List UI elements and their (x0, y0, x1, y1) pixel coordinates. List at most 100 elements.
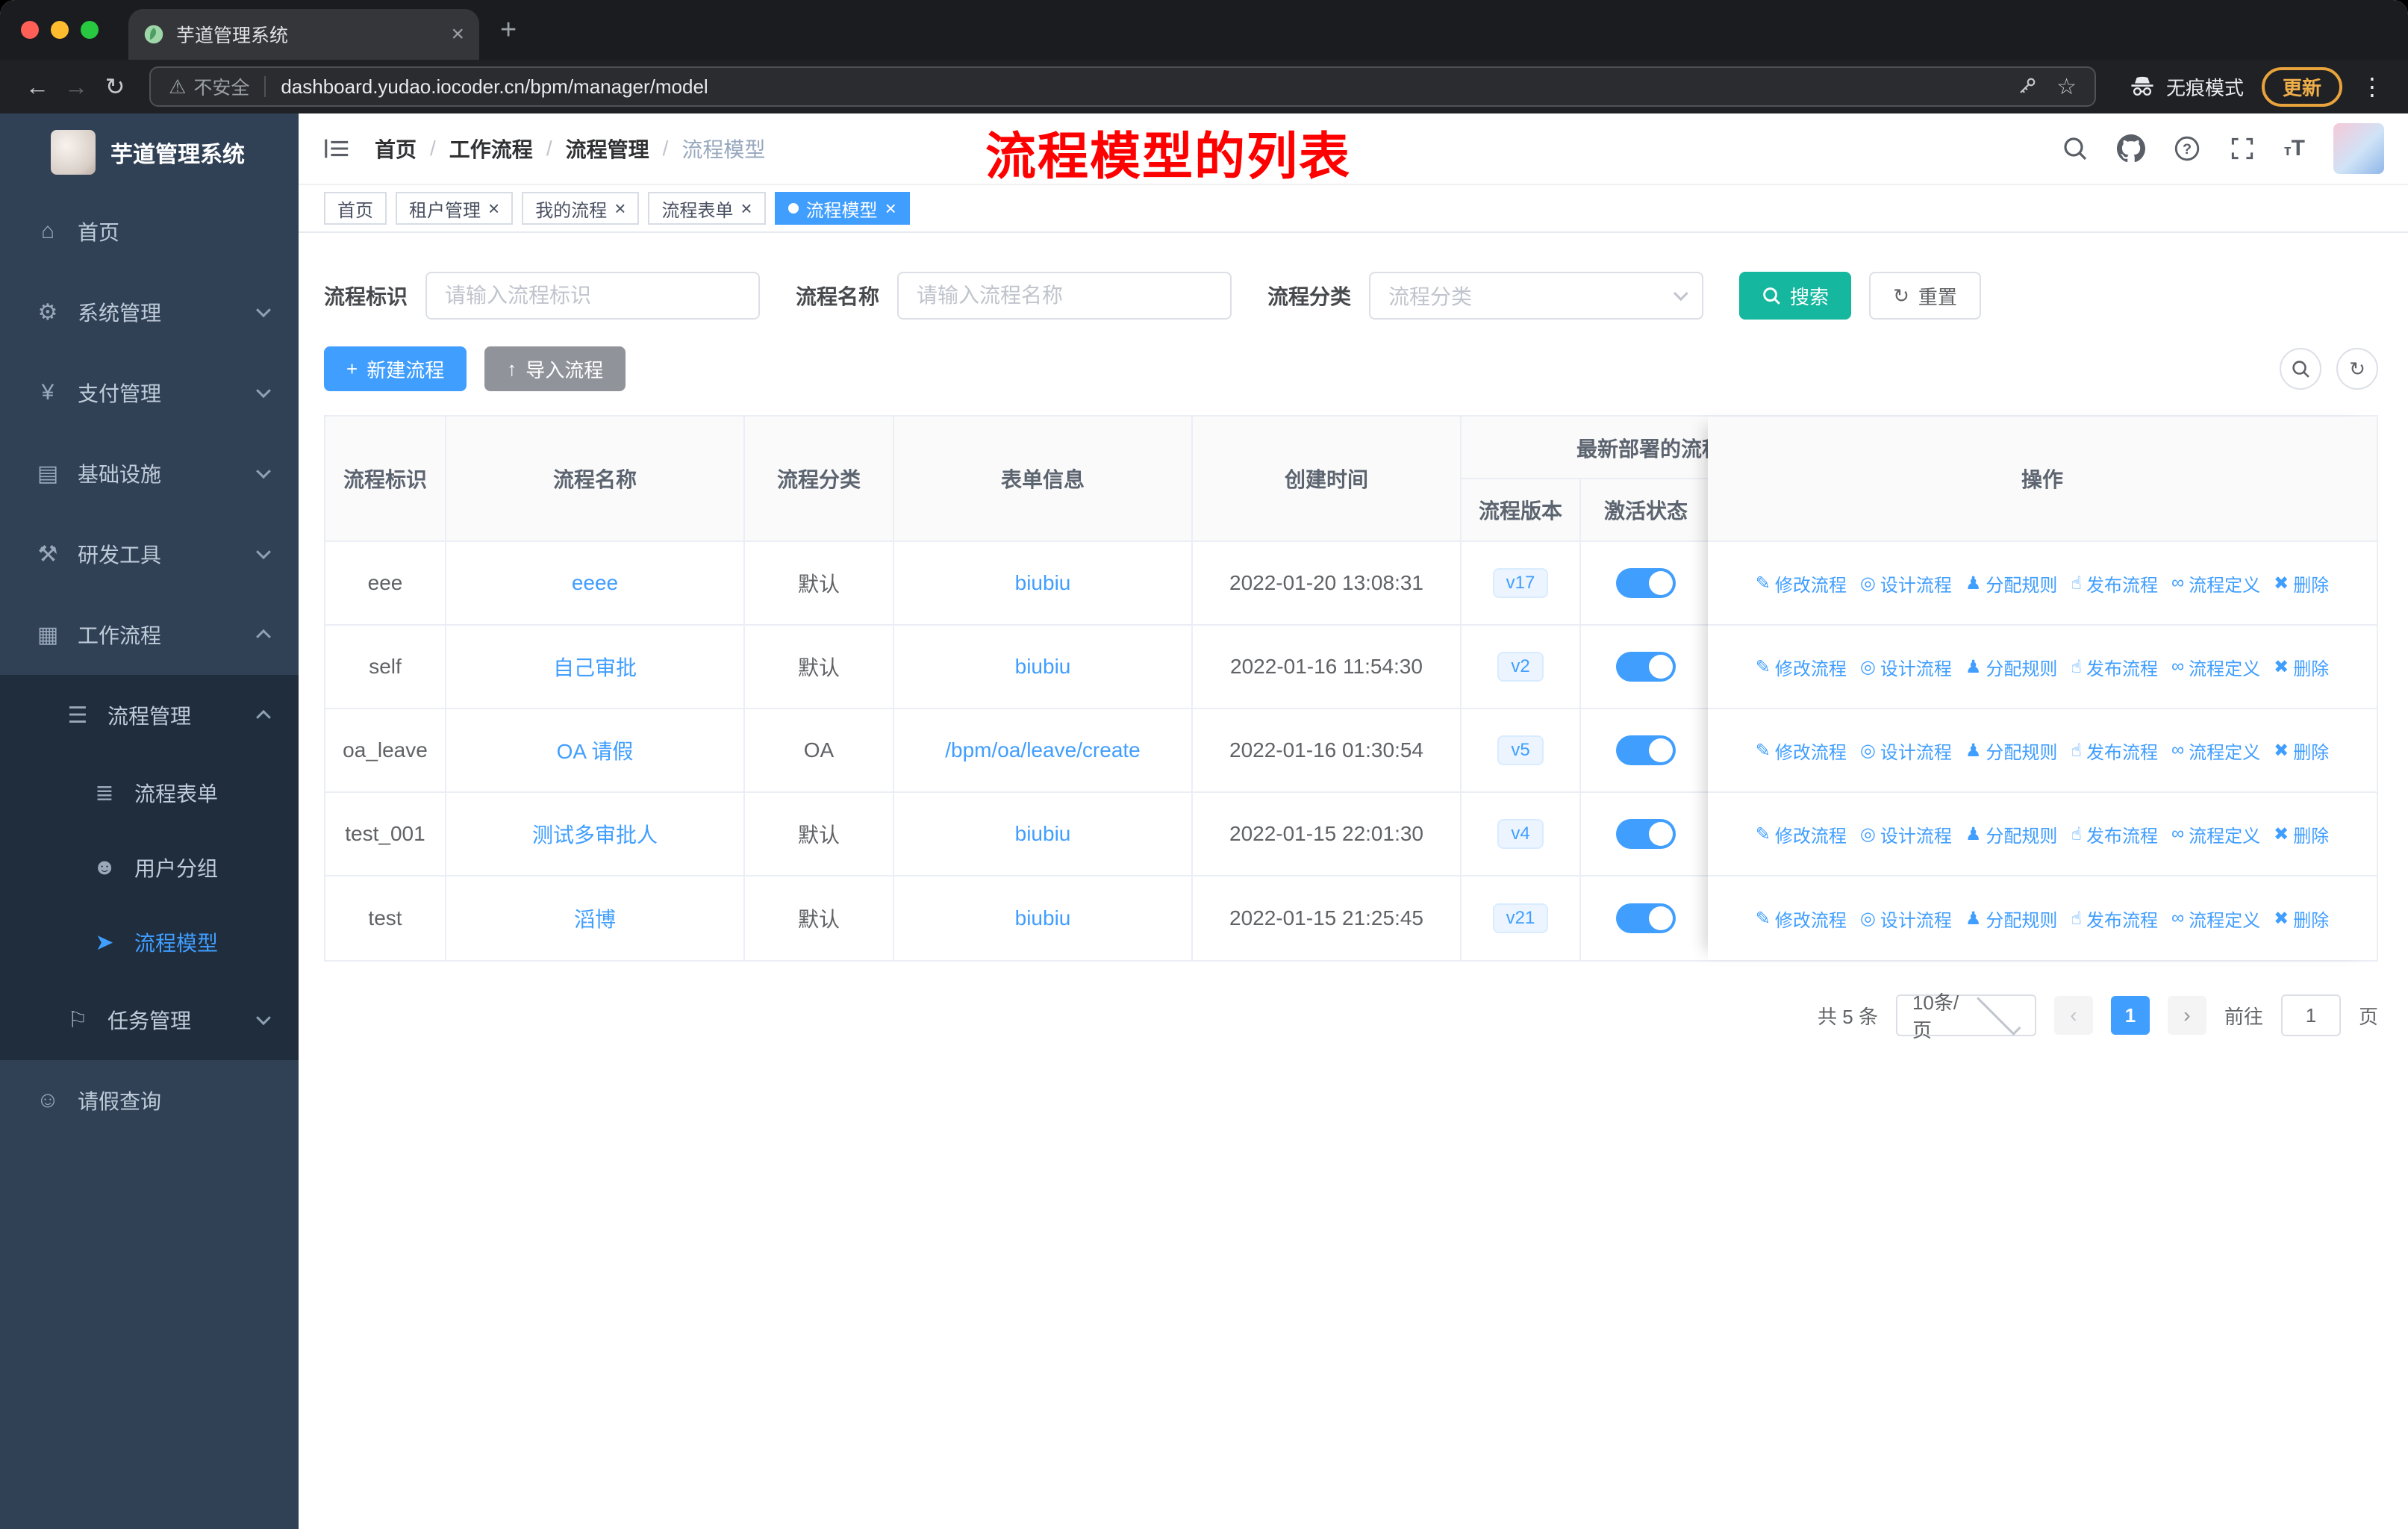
close-icon[interactable]: × (885, 199, 896, 218)
sidebar-item-leave-query[interactable]: ☺ 请假查询 (0, 1060, 299, 1141)
toggle-search-button[interactable] (2280, 348, 2321, 390)
active-toggle[interactable] (1616, 819, 1676, 849)
tab-tenant-management[interactable]: 租户管理 × (396, 192, 514, 225)
next-page-button[interactable]: › (2167, 996, 2206, 1035)
password-key-icon[interactable] (2015, 75, 2039, 99)
delete-model-link[interactable]: ✖ 删除 (2274, 821, 2329, 847)
sidebar-item-process-model[interactable]: ➤ 流程模型 (0, 905, 299, 980)
assign-rule-link[interactable]: ♟ 分配规则 (1965, 738, 2058, 764)
assign-rule-link[interactable]: ♟ 分配规则 (1965, 821, 2058, 847)
breadcrumb-item[interactable]: 流程管理 (566, 134, 649, 164)
font-size-icon[interactable]: тT (2284, 136, 2305, 161)
minimize-window-button[interactable] (51, 21, 69, 39)
browser-tab[interactable]: 芋道管理系统 × (128, 9, 479, 60)
edit-model-link[interactable]: ✎ 修改流程 (1756, 821, 1847, 847)
refresh-table-button[interactable]: ↻ (2336, 348, 2378, 390)
model-name-link[interactable]: 自己审批 (553, 652, 637, 682)
delete-model-link[interactable]: ✖ 删除 (2274, 906, 2329, 932)
model-name-link[interactable]: OA 请假 (557, 735, 634, 765)
active-toggle[interactable] (1616, 568, 1676, 598)
github-icon[interactable] (2116, 134, 2145, 163)
publish-model-link[interactable]: ☝ 发布流程 (2071, 738, 2158, 764)
import-model-button[interactable]: ↑ 导入流程 (484, 346, 626, 391)
active-toggle[interactable] (1616, 735, 1676, 765)
close-icon[interactable]: × (488, 199, 499, 218)
reload-button[interactable]: ↻ (96, 67, 134, 106)
close-icon[interactable]: × (614, 199, 626, 218)
sidebar-item-dev-tools[interactable]: ⚒ 研发工具 (0, 514, 299, 594)
version-badge[interactable]: v2 (1497, 651, 1544, 682)
breadcrumb-item[interactable]: 工作流程 (449, 134, 533, 164)
maximize-window-button[interactable] (81, 21, 99, 39)
design-model-link[interactable]: ◎ 设计流程 (1860, 738, 1952, 764)
delete-model-link[interactable]: ✖ 删除 (2274, 570, 2329, 597)
tab-home[interactable]: 首页 (324, 192, 387, 225)
process-definition-link[interactable]: ∞ 流程定义 (2171, 906, 2260, 932)
bookmark-star-icon[interactable]: ☆ (2056, 74, 2077, 100)
version-badge[interactable]: v17 (1492, 567, 1549, 599)
assign-rule-link[interactable]: ♟ 分配规则 (1965, 570, 2058, 597)
tab-process-model[interactable]: 流程模型 × (774, 192, 910, 225)
browser-menu-button[interactable]: ⋮ (2354, 72, 2390, 101)
search-icon[interactable] (2062, 135, 2089, 162)
sidebar-item-user-group[interactable]: ☻ 用户分组 (0, 830, 299, 905)
form-info-link[interactable]: /bpm/oa/leave/create (945, 738, 1141, 762)
close-window-button[interactable] (21, 21, 39, 39)
create-model-button[interactable]: + 新建流程 (324, 346, 467, 391)
edit-model-link[interactable]: ✎ 修改流程 (1756, 570, 1847, 597)
url-text[interactable]: dashboard.yudao.iocoder.cn/bpm/manager/m… (281, 75, 1997, 99)
active-toggle[interactable] (1616, 903, 1676, 933)
form-info-link[interactable]: biubiu (1015, 655, 1071, 679)
browser-update-button[interactable]: 更新 (2261, 66, 2342, 107)
delete-model-link[interactable]: ✖ 删除 (2274, 738, 2329, 764)
version-badge[interactable]: v21 (1492, 903, 1549, 934)
model-name-link[interactable]: eeee (572, 571, 618, 595)
prev-page-button[interactable]: ‹ (2053, 996, 2093, 1035)
delete-model-link[interactable]: ✖ 删除 (2274, 654, 2329, 680)
publish-model-link[interactable]: ☝ 发布流程 (2071, 906, 2158, 932)
publish-model-link[interactable]: ☝ 发布流程 (2071, 654, 2158, 680)
sidebar-item-home[interactable]: ⌂ 首页 (0, 191, 299, 272)
edit-model-link[interactable]: ✎ 修改流程 (1756, 906, 1847, 932)
page-number-button[interactable]: 1 (2110, 996, 2150, 1035)
fullscreen-icon[interactable] (2229, 135, 2256, 162)
address-bar[interactable]: ⚠ 不安全 dashboard.yudao.iocoder.cn/bpm/man… (149, 66, 2096, 107)
goto-page-input[interactable] (2280, 994, 2341, 1036)
help-icon[interactable]: ? (2174, 135, 2200, 162)
sidebar-item-workflow[interactable]: ▦ 工作流程 (0, 594, 299, 675)
tab-my-process[interactable]: 我的流程 × (522, 192, 640, 225)
edit-model-link[interactable]: ✎ 修改流程 (1756, 738, 1847, 764)
page-size-select[interactable]: 10条/页 (1895, 991, 2036, 1041)
category-select[interactable]: 流程分类 (1369, 272, 1704, 320)
forward-button[interactable]: → (57, 67, 96, 106)
publish-model-link[interactable]: ☝ 发布流程 (2071, 821, 2158, 847)
sidebar-logo[interactable]: 芋道管理系统 (0, 113, 299, 191)
process-definition-link[interactable]: ∞ 流程定义 (2171, 821, 2260, 847)
assign-rule-link[interactable]: ♟ 分配规则 (1965, 654, 2058, 680)
close-icon[interactable]: × (740, 199, 752, 218)
model-name-link[interactable]: 测试多审批人 (532, 819, 658, 849)
version-badge[interactable]: v4 (1497, 818, 1544, 850)
edit-model-link[interactable]: ✎ 修改流程 (1756, 654, 1847, 680)
model-name-input[interactable] (897, 272, 1232, 320)
form-info-link[interactable]: biubiu (1015, 906, 1071, 930)
sidebar-item-infrastructure[interactable]: ▤ 基础设施 (0, 433, 299, 514)
back-button[interactable]: ← (18, 67, 57, 106)
form-info-link[interactable]: biubiu (1015, 571, 1071, 595)
publish-model-link[interactable]: ☝ 发布流程 (2071, 570, 2158, 597)
design-model-link[interactable]: ◎ 设计流程 (1860, 821, 1952, 847)
sidebar-toggle-icon[interactable] (322, 134, 351, 163)
tab-close-icon[interactable]: × (451, 22, 464, 47)
process-definition-link[interactable]: ∞ 流程定义 (2171, 738, 2260, 764)
sidebar-item-process-management[interactable]: ☰ 流程管理 (0, 675, 299, 756)
assign-rule-link[interactable]: ♟ 分配规则 (1965, 906, 2058, 932)
model-name-link[interactable]: 滔博 (574, 903, 616, 933)
tab-process-form[interactable]: 流程表单 × (648, 192, 766, 225)
breadcrumb-item[interactable]: 首页 (375, 134, 417, 164)
avatar[interactable] (2333, 123, 2384, 174)
process-definition-link[interactable]: ∞ 流程定义 (2171, 654, 2260, 680)
reset-button[interactable]: ↻ 重置 (1869, 272, 1981, 320)
process-definition-link[interactable]: ∞ 流程定义 (2171, 570, 2260, 597)
sidebar-item-payment-management[interactable]: ¥ 支付管理 (0, 352, 299, 433)
form-info-link[interactable]: biubiu (1015, 822, 1071, 846)
